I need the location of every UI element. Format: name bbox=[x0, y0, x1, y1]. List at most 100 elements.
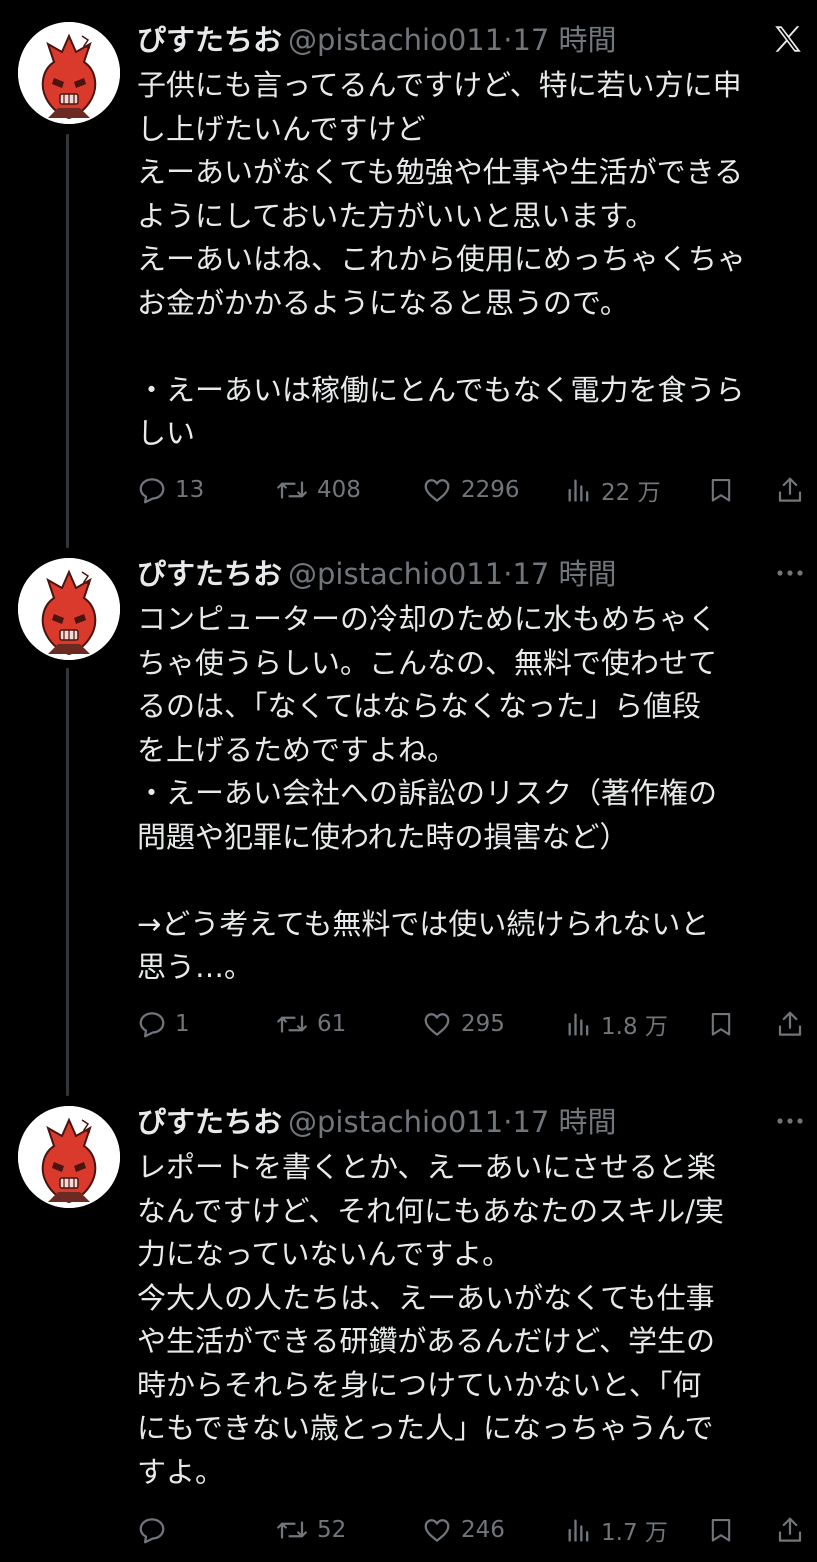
author-handle[interactable]: @pistachio011 bbox=[288, 557, 503, 591]
tweet-text-line: すよ。 bbox=[137, 1454, 225, 1489]
tweet-text-line: 子供にも言ってるんですけど、特に若い方に申 bbox=[137, 68, 742, 102]
like-button[interactable]: 2296 bbox=[421, 470, 520, 510]
tweet-actions: 52 246 1.7 万 bbox=[137, 1510, 809, 1550]
like-count: 295 bbox=[461, 1011, 505, 1037]
reply-icon bbox=[139, 1012, 165, 1038]
views-button[interactable]: 22 万 bbox=[565, 470, 661, 510]
tweet[interactable]: ぴすたちお @pistachio011·17 時間 レポートを書くとか、えーあいに… bbox=[0, 1088, 817, 1562]
retweet-count: 408 bbox=[317, 477, 361, 503]
tweet-text-line: なんですけど、それ何にもあなたのスキル/実 bbox=[137, 1193, 724, 1228]
tweet-text-line: 問題や犯罪に使われた時の損害など） bbox=[137, 819, 629, 854]
reply-icon bbox=[139, 478, 165, 504]
tweet-text-line: ちゃ使うらしい。こんなの、無料で使わせて bbox=[137, 645, 718, 680]
tweet-text-line: 今大人の人たちは、えーあいがなくても仕事 bbox=[137, 1280, 715, 1315]
avatar-devil-image bbox=[18, 558, 120, 660]
timestamp[interactable]: 17 時間 bbox=[512, 557, 616, 591]
author-handle[interactable]: @pistachio011 bbox=[288, 1105, 503, 1139]
share-icon bbox=[778, 1517, 802, 1542]
avatar[interactable] bbox=[18, 1106, 120, 1208]
share-icon bbox=[778, 1011, 802, 1036]
tweet-text-line: や生活ができる研鑽があるんだけど、学生の bbox=[137, 1324, 715, 1358]
reply-icon bbox=[139, 1518, 165, 1544]
tweet-text-line: を上げるためですよね。 bbox=[137, 732, 457, 767]
x-logo-icon[interactable] bbox=[771, 22, 805, 60]
like-button[interactable]: 246 bbox=[421, 1510, 505, 1550]
share-button[interactable] bbox=[775, 1004, 805, 1044]
views-button[interactable]: 1.7 万 bbox=[565, 1510, 668, 1550]
tweet-text-line: るのは、「なくてはならなくなった」ら値段 bbox=[137, 689, 702, 723]
avatar[interactable] bbox=[18, 22, 120, 124]
more-icon[interactable] bbox=[775, 564, 805, 583]
tweet-text: レポートを書くとか、えーあいにさせると楽 なんですけど、それ何にもあなたのスキル… bbox=[137, 1146, 809, 1494]
heart-icon bbox=[424, 1013, 450, 1036]
bookmark-icon bbox=[711, 1013, 731, 1036]
reply-count: 13 bbox=[175, 477, 205, 503]
author-name[interactable]: ぴすたちお bbox=[137, 557, 282, 591]
author-name[interactable]: ぴすたちお bbox=[137, 23, 282, 57]
heart-icon bbox=[424, 479, 450, 502]
tweet-actions: 13 408 2296 22 万 bbox=[137, 470, 809, 510]
tweet-text-line: えーあいはね、これから使用にめっちゃくちゃ bbox=[137, 242, 747, 276]
avatar-devil-image bbox=[18, 1106, 120, 1208]
tweet-text-line: えーあいがなくても勉強や仕事や生活ができる bbox=[137, 155, 744, 189]
tweet-text-line: 思う…。 bbox=[137, 950, 254, 984]
author-handle[interactable]: @pistachio011 bbox=[288, 23, 503, 57]
view-count: 1.7 万 bbox=[601, 1520, 668, 1546]
tweet-text-line: 力になっていないんですよ。 bbox=[137, 1237, 512, 1271]
tweet-text-line: 時からそれらを身につけていかないと、「何 bbox=[137, 1367, 702, 1402]
tweet-header: ぴすたちお @pistachio011·17 時間 bbox=[137, 20, 617, 60]
tweet[interactable]: ぴすたちお @pistachio011·17 時間 コンピューターの冷却のために水… bbox=[0, 540, 817, 1080]
view-count: 22 万 bbox=[601, 480, 661, 506]
share-button[interactable] bbox=[775, 470, 805, 510]
tweet-text-line: お金がかかるようになると思うので。 bbox=[137, 285, 629, 320]
retweet-icon bbox=[277, 481, 307, 499]
views-icon bbox=[568, 1519, 589, 1542]
tweet-header: ぴすたちお @pistachio011·17 時間 bbox=[137, 1102, 617, 1142]
tweet-text-line: にもできない歳とった人」になっちゃうんで bbox=[137, 1411, 714, 1445]
like-count: 2296 bbox=[461, 477, 520, 503]
tweet[interactable]: ぴすたちお @pistachio011·17 時間 子供にも言ってるんですけど、特… bbox=[0, 0, 817, 540]
heart-icon bbox=[424, 1519, 450, 1542]
share-button[interactable] bbox=[775, 1510, 805, 1550]
tweet-text-line: コンピューターの冷却のために水もめちゃく bbox=[137, 602, 718, 636]
bookmark-button[interactable] bbox=[707, 1510, 735, 1550]
tweet-text-line: ようにしておいた方がいいと思います。 bbox=[137, 198, 655, 233]
reply-button[interactable]: 13 bbox=[137, 470, 204, 510]
more-icon[interactable] bbox=[775, 1112, 805, 1131]
retweet-count: 52 bbox=[317, 1517, 347, 1543]
views-icon bbox=[568, 479, 589, 502]
retweet-button[interactable]: 52 bbox=[275, 1510, 346, 1550]
retweet-count: 61 bbox=[317, 1011, 347, 1037]
reply-count: 1 bbox=[175, 1011, 190, 1037]
tweet-text-line: しい bbox=[137, 416, 196, 450]
avatar[interactable] bbox=[18, 558, 120, 660]
tweet-text: コンピューターの冷却のために水もめちゃく ちゃ使うらしい。こんなの、無料で使わせ… bbox=[137, 598, 809, 990]
like-button[interactable]: 295 bbox=[421, 1004, 505, 1044]
author-name[interactable]: ぴすたちお bbox=[137, 1105, 282, 1139]
bookmark-button[interactable] bbox=[707, 1004, 735, 1044]
timestamp[interactable]: 17 時間 bbox=[512, 1105, 616, 1139]
like-count: 246 bbox=[461, 1517, 505, 1543]
tweet-actions: 1 61 295 1.8 万 bbox=[137, 1004, 809, 1044]
views-button[interactable]: 1.8 万 bbox=[565, 1004, 668, 1044]
tweet-text-line: ・えーあいは稼働にとんでもなく電力を食うら bbox=[137, 372, 745, 407]
tweet-text-line: し上げたいんですけど bbox=[137, 111, 426, 146]
retweet-icon bbox=[277, 1521, 307, 1539]
bookmark-icon bbox=[711, 1519, 731, 1542]
tweet-text: 子供にも言ってるんですけど、特に若い方に申 し上げたいんですけど えーあいがなく… bbox=[137, 64, 809, 456]
tweet-text-line bbox=[137, 859, 809, 903]
bookmark-button[interactable] bbox=[707, 470, 735, 510]
retweet-button[interactable]: 61 bbox=[275, 1004, 346, 1044]
tweet-text-line bbox=[137, 325, 809, 369]
retweet-icon bbox=[277, 1015, 307, 1033]
timestamp[interactable]: 17 時間 bbox=[512, 23, 616, 57]
share-icon bbox=[778, 477, 802, 502]
view-count: 1.8 万 bbox=[601, 1014, 668, 1040]
avatar-devil-image bbox=[18, 22, 120, 124]
reply-button[interactable] bbox=[137, 1510, 175, 1550]
tweet-text-line: ・えーあい会社への訴訟のリスク（著作権の bbox=[137, 776, 718, 810]
retweet-button[interactable]: 408 bbox=[275, 470, 361, 510]
bookmark-icon bbox=[711, 479, 731, 502]
reply-button[interactable]: 1 bbox=[137, 1004, 190, 1044]
tweet-header: ぴすたちお @pistachio011·17 時間 bbox=[137, 554, 617, 594]
